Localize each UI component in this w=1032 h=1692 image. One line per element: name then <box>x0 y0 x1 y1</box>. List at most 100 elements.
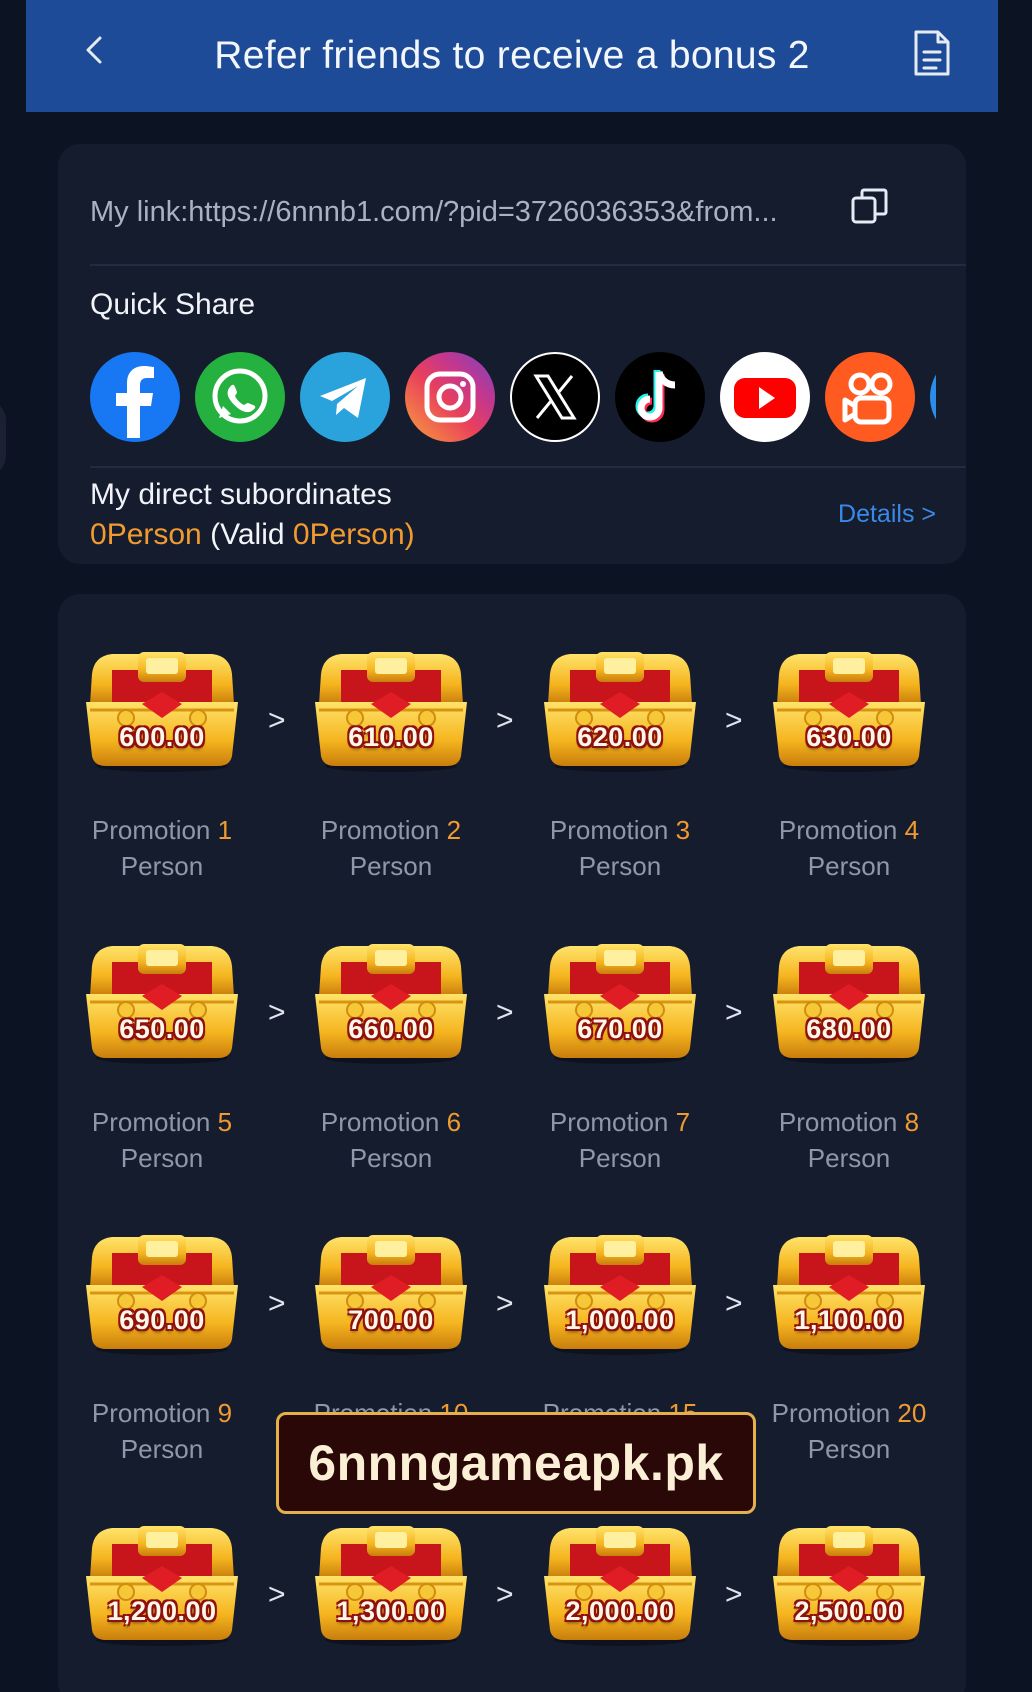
reward-chest[interactable]: 610.00 <box>311 644 471 774</box>
treasure-chest-icon <box>544 1235 696 1355</box>
promotion-unit: Person <box>120 1434 204 1464</box>
promotion-number: 5 <box>217 1107 233 1137</box>
promotion-text: Promotion <box>771 1398 891 1428</box>
back-arrow-icon[interactable] <box>76 30 116 70</box>
promotion-unit: Person <box>120 851 204 881</box>
x-icon <box>533 374 577 420</box>
treasure-chest-icon <box>86 944 238 1064</box>
top-app-bar: Refer friends to receive a bonus 2 <box>26 0 998 112</box>
promotion-text: Promotion <box>91 815 211 845</box>
promotion-label: Promotion 20 Person <box>749 1395 949 1467</box>
promotion-unit: Person <box>578 851 662 881</box>
divider <box>90 264 966 266</box>
progression-arrow: > <box>496 1578 514 1611</box>
reward-chest[interactable]: 1,000.00 <box>540 1227 700 1357</box>
reward-amount: 610.00 <box>348 722 434 752</box>
reward-chest[interactable]: 2,000.00 <box>540 1518 700 1648</box>
promotion-number: 7 <box>675 1107 691 1137</box>
promotion-text: Promotion <box>778 815 898 845</box>
x-share-button[interactable] <box>510 352 600 442</box>
subordinates-label: My direct subordinates <box>90 478 392 511</box>
facebook-share-button[interactable] <box>90 352 180 442</box>
treasure-chest-icon <box>315 1526 467 1646</box>
promotion-text: Promotion <box>320 815 440 845</box>
quick-share-label: Quick Share <box>90 288 256 321</box>
reward-chest[interactable]: 2,500.00 <box>769 1518 929 1648</box>
watermark-banner: 6nnngameapk.pk <box>276 1412 756 1514</box>
promotion-text: Promotion <box>91 1398 211 1428</box>
progression-arrow: > <box>268 704 286 737</box>
progression-arrow: > <box>725 704 743 737</box>
promotion-number: 9 <box>217 1398 233 1428</box>
youtube-share-button[interactable] <box>720 352 810 442</box>
details-link[interactable]: Details > <box>838 500 936 529</box>
promotion-text: Promotion <box>320 1107 440 1137</box>
reward-amount: 690.00 <box>119 1305 205 1335</box>
reward-amount: 600.00 <box>119 722 205 752</box>
promotion-label: Promotion 5 Person <box>62 1104 262 1176</box>
reward-chest[interactable]: 630.00 <box>769 644 929 774</box>
kuaishou-icon <box>842 372 893 425</box>
reward-chest[interactable]: 690.00 <box>82 1227 242 1357</box>
promotion-unit: Person <box>120 1143 204 1173</box>
promotion-label: Promotion 6 Person <box>291 1104 491 1176</box>
reward-chest[interactable]: 1,100.00 <box>769 1227 929 1357</box>
copy-icon[interactable] <box>850 186 890 226</box>
reward-amount: 2,500.00 <box>794 1596 904 1626</box>
instagram-icon <box>424 371 476 423</box>
promotion-label: Promotion 9 Person <box>62 1395 262 1467</box>
reward-amount: 630.00 <box>806 722 892 752</box>
treasure-chest-icon <box>773 1235 925 1355</box>
valid-number: 0 <box>292 518 310 551</box>
reward-chest[interactable]: 670.00 <box>540 936 700 1066</box>
rules-document-icon[interactable] <box>908 28 954 78</box>
promotion-label: Promotion 7 Person <box>520 1104 720 1176</box>
promotion-label: Promotion 8 Person <box>749 1104 949 1176</box>
progression-arrow: > <box>725 1287 743 1320</box>
facebook-icon <box>116 366 154 438</box>
promotion-label: Promotion 2 Person <box>291 812 491 884</box>
page-title: Refer friends to receive a bonus 2 <box>214 34 810 77</box>
progression-arrow: > <box>725 996 743 1029</box>
more-share-button[interactable] <box>930 352 936 442</box>
promotion-unit: Person <box>349 851 433 881</box>
promotion-number: 20 <box>897 1398 927 1428</box>
reward-chest[interactable]: 1,300.00 <box>311 1518 471 1648</box>
treasure-chest-icon <box>773 944 925 1064</box>
treasure-chest-icon <box>315 944 467 1064</box>
reward-chest[interactable]: 650.00 <box>82 936 242 1066</box>
progression-arrow: > <box>496 704 514 737</box>
reward-amount: 700.00 <box>348 1305 434 1335</box>
referral-card: My link:https://6nnnb1.com/?pid=37260363… <box>58 144 966 564</box>
treasure-chest-icon <box>773 652 925 772</box>
promotion-text: Promotion <box>91 1107 211 1137</box>
reward-amount: 670.00 <box>577 1014 663 1044</box>
progression-arrow: > <box>268 1287 286 1320</box>
telegram-share-button[interactable] <box>300 352 390 442</box>
subordinates-number: 0 <box>90 518 107 551</box>
progression-arrow: > <box>496 1287 514 1320</box>
instagram-share-button[interactable] <box>405 352 495 442</box>
reward-amount: 1,000.00 <box>565 1305 675 1335</box>
promotion-unit: Person <box>807 1434 891 1464</box>
reward-chest[interactable]: 680.00 <box>769 936 929 1066</box>
referral-link-text[interactable]: My link:https://6nnnb1.com/?pid=37260363… <box>90 196 820 229</box>
reward-chest[interactable]: 620.00 <box>540 644 700 774</box>
reward-chest[interactable]: 700.00 <box>311 1227 471 1357</box>
reward-chest[interactable]: 660.00 <box>311 936 471 1066</box>
kuaishou-share-button[interactable] <box>825 352 915 442</box>
promotion-label: Promotion 4 Person <box>749 812 949 884</box>
reward-chest[interactable]: 1,200.00 <box>82 1518 242 1648</box>
reward-chest[interactable]: 600.00 <box>82 644 242 774</box>
promotion-text: Promotion <box>778 1107 898 1137</box>
promotion-number: 4 <box>904 815 920 845</box>
treasure-chest-icon <box>544 652 696 772</box>
tiktok-share-button[interactable] <box>615 352 705 442</box>
promotion-text: Promotion <box>549 1107 669 1137</box>
whatsapp-share-button[interactable] <box>195 352 285 442</box>
progression-arrow: > <box>268 1578 286 1611</box>
telegram-icon <box>320 378 366 418</box>
reward-amount: 1,100.00 <box>794 1305 904 1335</box>
tiktok-icon <box>635 370 676 423</box>
edge-handle <box>0 398 6 478</box>
